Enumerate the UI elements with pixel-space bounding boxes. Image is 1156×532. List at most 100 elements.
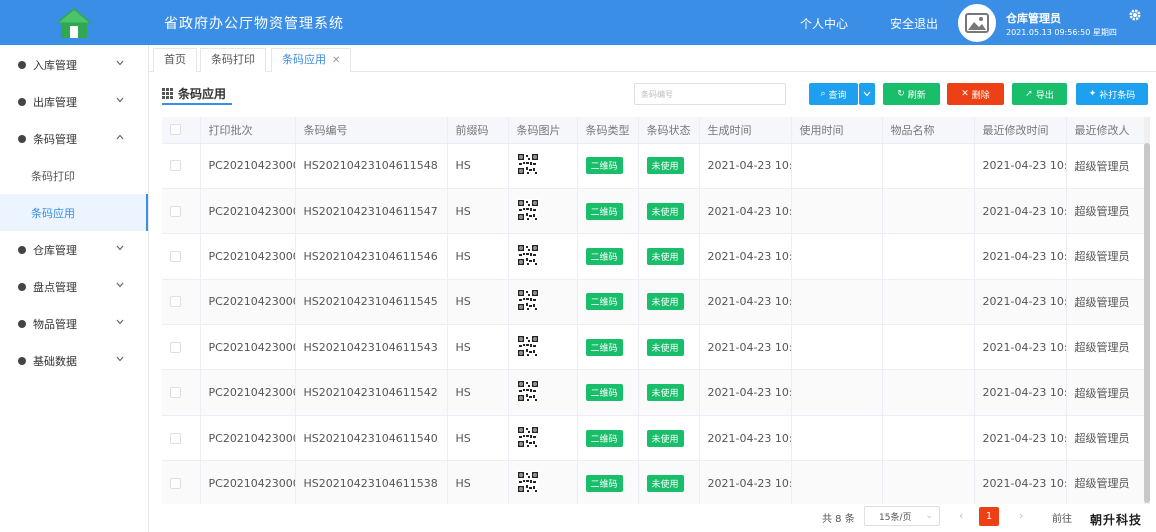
status-badge: 未使用 — [646, 338, 684, 356]
select-all-checkbox[interactable] — [170, 124, 181, 136]
tab-barcode-apply[interactable]: 条码应用 ✕ — [271, 48, 352, 72]
row-checkbox[interactable] — [170, 341, 181, 353]
logout-link[interactable]: 安全退出 — [890, 15, 938, 32]
table-row[interactable]: PC20210423000001HS20210423104611542HS 二维码… — [162, 369, 1144, 416]
prev-page-button[interactable]: ‹ — [959, 509, 963, 522]
refresh-button[interactable]: ↻ 刷新 — [883, 83, 940, 105]
tab-barcode-print[interactable]: 条码打印 — [200, 48, 266, 72]
table-header-row: 打印批次 条码编号 前缀码 条码图片 条码类型 条码状态 生成时间 使用时间 物… — [162, 117, 1144, 144]
column-header[interactable]: 条码类型 — [577, 117, 639, 144]
sidebar-item-outbound[interactable]: 出库管理 — [0, 83, 148, 120]
column-header[interactable]: 最近修改人 — [1066, 117, 1144, 144]
table-scrollbar[interactable] — [1144, 117, 1150, 504]
nav-bullet-icon — [18, 134, 26, 143]
qr-code-icon — [516, 198, 539, 221]
batch-cell: PC20210423000001 — [200, 460, 296, 504]
tab-home[interactable]: 首页 — [153, 48, 197, 72]
type-cell: 二维码 — [577, 460, 639, 504]
barcode-cell: HS20210423104611543 — [295, 324, 448, 371]
table-row[interactable]: PC20210423000001HS20210423104611548HS 二维码… — [162, 143, 1144, 189]
query-dropdown-button[interactable] — [859, 83, 875, 105]
sidebar-item-barcode[interactable]: 条码管理 — [0, 120, 148, 157]
status-badge: 未使用 — [646, 247, 684, 265]
column-header[interactable]: 最近修改时间 — [974, 117, 1067, 144]
sidebar-item-barcode-print[interactable]: 条码打印 — [0, 157, 148, 194]
status-badge: 未使用 — [646, 474, 684, 492]
table-row[interactable]: PC20210423000001HS20210423104611546HS 二维码… — [162, 233, 1144, 280]
select-all-cell[interactable] — [162, 117, 201, 144]
status-cell: 未使用 — [638, 143, 700, 189]
row-select-cell[interactable] — [162, 143, 201, 189]
sidebar-item-inbound[interactable]: 入库管理 — [0, 46, 148, 83]
type-cell: 二维码 — [577, 279, 639, 326]
delete-button[interactable]: ✕ 删除 — [947, 83, 1004, 105]
row-select-cell[interactable] — [162, 233, 201, 280]
barcode-image-cell[interactable] — [508, 369, 578, 416]
barcode-image-cell[interactable] — [508, 324, 578, 371]
barcode-image-cell[interactable] — [508, 188, 578, 235]
row-select-cell[interactable] — [162, 324, 201, 371]
row-checkbox[interactable] — [170, 160, 181, 172]
type-badge: 二维码 — [585, 338, 623, 356]
barcode-search-input[interactable]: 条码编号 — [634, 83, 786, 105]
type-badge: 二维码 — [585, 429, 623, 447]
modifier-cell: 超级管理员 — [1066, 188, 1144, 235]
sidebar-item-barcode-apply[interactable]: 条码应用 — [0, 194, 148, 231]
wrench-icon: ✦ — [1088, 89, 1097, 99]
gear-icon[interactable] — [1128, 8, 1142, 25]
column-header[interactable]: 打印批次 — [200, 117, 296, 144]
status-cell: 未使用 — [638, 188, 700, 235]
page-number-current[interactable]: 1 — [979, 507, 999, 526]
row-select-cell[interactable] — [162, 188, 201, 235]
sidebar-item-goods[interactable]: 物品管理 — [0, 305, 148, 342]
personal-center-link[interactable]: 个人中心 — [800, 15, 848, 32]
barcode-cell: HS20210423104611548 — [295, 143, 448, 189]
table-row[interactable]: PC20210423000001HS20210423104611545HS 二维码… — [162, 279, 1144, 326]
next-page-button[interactable]: › — [1019, 509, 1023, 522]
sidebar-item-basic-data[interactable]: 基础数据 — [0, 342, 148, 379]
page-size-select[interactable]: 15条/页 ⌄ — [864, 506, 940, 526]
reprint-barcode-button[interactable]: ✦ 补打条码 — [1076, 83, 1148, 105]
row-checkbox[interactable] — [170, 387, 181, 399]
column-header[interactable]: 条码状态 — [638, 117, 700, 144]
sidebar-item-warehouse[interactable]: 仓库管理 — [0, 231, 148, 268]
column-header[interactable]: 物品名称 — [882, 117, 975, 144]
row-select-cell[interactable] — [162, 460, 201, 504]
row-checkbox[interactable] — [170, 432, 181, 444]
barcode-image-cell[interactable] — [508, 279, 578, 326]
created-cell: 2021-04-23 10:46 — [699, 324, 792, 371]
barcode-image-cell[interactable] — [508, 415, 578, 462]
sidebar-item-inventory[interactable]: 盘点管理 — [0, 268, 148, 305]
column-header[interactable]: 前缀码 — [447, 117, 509, 144]
export-button[interactable]: ➚ 导出 — [1012, 83, 1067, 105]
row-checkbox[interactable] — [170, 205, 181, 217]
avatar[interactable] — [958, 4, 996, 42]
column-header[interactable]: 条码图片 — [508, 117, 578, 144]
row-select-cell[interactable] — [162, 415, 201, 462]
column-header[interactable]: 使用时间 — [791, 117, 883, 144]
qr-code-icon — [516, 380, 539, 403]
column-header[interactable]: 条码编号 — [295, 117, 448, 144]
scrollbar-thumb[interactable] — [1144, 143, 1150, 503]
barcode-image-cell[interactable] — [508, 143, 578, 189]
prefix-cell: HS — [447, 369, 509, 416]
status-cell: 未使用 — [638, 460, 700, 504]
created-cell: 2021-04-23 10:46 — [699, 415, 792, 462]
column-header[interactable]: 生成时间 — [699, 117, 792, 144]
table-row[interactable]: PC20210423000001HS20210423104611543HS 二维码… — [162, 324, 1144, 371]
home-logo-icon[interactable] — [0, 0, 148, 45]
prefix-cell: HS — [447, 188, 509, 235]
table-row[interactable]: PC20210423000001HS20210423104611538HS 二维码… — [162, 460, 1144, 504]
table-row[interactable]: PC20210423000001HS20210423104611540HS 二维码… — [162, 415, 1144, 462]
row-select-cell[interactable] — [162, 279, 201, 326]
barcode-image-cell[interactable] — [508, 460, 578, 504]
sidebar-item-label: 仓库管理 — [33, 243, 77, 257]
query-button[interactable]: ⌕ 查询 — [809, 83, 858, 105]
row-checkbox[interactable] — [170, 250, 181, 262]
close-icon[interactable]: ✕ — [332, 55, 340, 66]
barcode-image-cell[interactable] — [508, 233, 578, 280]
table-row[interactable]: PC20210423000001HS20210423104611547HS 二维码… — [162, 188, 1144, 235]
row-checkbox[interactable] — [170, 296, 181, 308]
row-select-cell[interactable] — [162, 369, 201, 416]
row-checkbox[interactable] — [170, 477, 181, 489]
